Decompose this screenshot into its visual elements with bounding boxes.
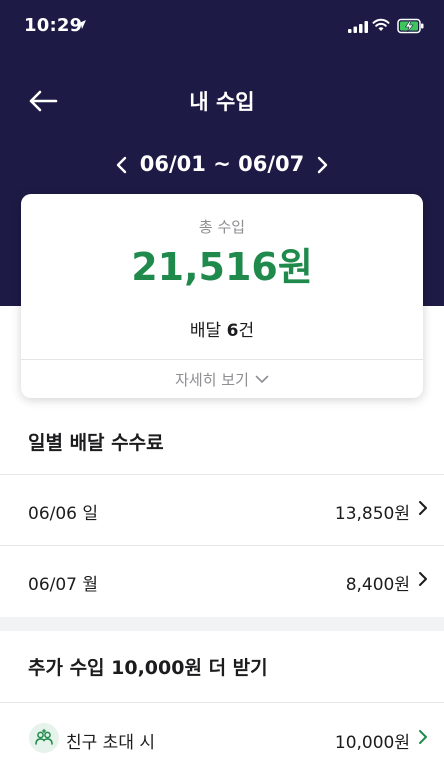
total-income-label: 총 수입 [198,218,246,236]
delivery-prefix: 배달 [189,321,227,341]
location-arrow-icon [77,20,86,29]
delivery-count-value: 6 [226,321,239,341]
date-range: 06/01 ~ 06/07 [139,152,305,176]
page-title: 내 수입 [189,90,255,114]
daily-fee-row[interactable]: 06/06 일 13,850원 [0,475,444,545]
income-summary-card: 총 수입 21,516원 배달 6건 자세히 보기 [21,194,423,398]
invite-amount: 10,000원 [334,733,410,753]
chevron-right-icon [419,730,427,744]
delivery-suffix: 건 [238,321,255,341]
battery-charging-icon [397,18,424,34]
invite-friends-icon [29,723,59,753]
row-amount: 8,400원 [345,575,410,595]
delivery-count: 배달 6건 [21,316,423,341]
date-navigator: 06/01 ~ 06/07 [0,150,444,180]
row-date: 06/07 월 [28,575,99,595]
chevron-down-icon [255,375,269,383]
row-date: 06/06 일 [28,504,99,524]
status-time: 10:29 [24,15,83,36]
chevron-right-icon [419,572,427,586]
bonus-title: 추가 수입 10,000원 더 받기 [28,657,268,679]
wifi-icon [372,18,390,31]
daily-fees-title: 일별 배달 수수료 [28,432,164,454]
total-income-amount: 21,516원 [131,245,313,289]
chevron-right-icon [419,501,427,515]
status-bar: 10:29 [0,0,444,54]
bonus-section: 추가 수입 10,000원 더 받기 친구 초대 시 10,000원 [0,631,444,771]
row-amount: 13,850원 [334,504,410,524]
previous-week-button[interactable] [110,152,132,178]
invite-friend-row[interactable]: 친구 초대 시 10,000원 [0,703,444,771]
invite-label: 친구 초대 시 [66,733,156,753]
next-week-button[interactable] [312,152,334,178]
daily-fee-row[interactable]: 06/07 월 8,400원 [0,546,444,616]
view-details-label: 자세히 보기 [175,370,249,389]
chevron-left-icon [116,156,127,174]
view-details-button[interactable]: 자세히 보기 [21,360,423,398]
cellular-signal-icon [348,21,368,33]
chevron-right-icon [317,156,328,174]
